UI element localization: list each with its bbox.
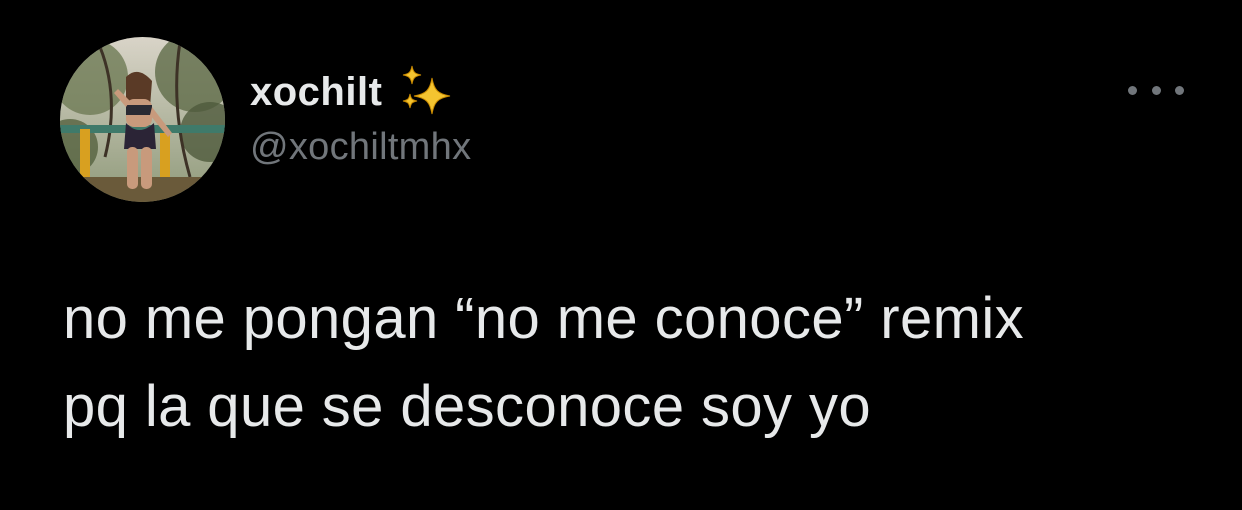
- avatar[interactable]: [60, 37, 225, 202]
- more-options-icon: [1128, 85, 1137, 95]
- sparkles-icon: [403, 65, 451, 115]
- more-options-icon-dot: [1151, 85, 1161, 95]
- more-options-icon-dot: [1175, 85, 1184, 95]
- display-name[interactable]: xochilt: [250, 70, 382, 115]
- display-name-row: xochilt: [250, 62, 471, 122]
- tweet-text-line: pq la que se desconoce soy yo: [63, 374, 872, 439]
- user-handle[interactable]: @xochiltmhx: [250, 126, 471, 169]
- tweet-text-line: no me pongan “no me conoce” remix: [63, 286, 1025, 351]
- tweet-card: xochilt @xochiltmhx no me pongan “no me …: [0, 0, 1242, 510]
- avatar-photo: [60, 37, 225, 202]
- tweet-text: no me pongan “no me conoce” remix pq la …: [63, 275, 1213, 451]
- more-options-button[interactable]: [1128, 74, 1184, 106]
- author-info: xochilt @xochiltmhx: [250, 62, 471, 169]
